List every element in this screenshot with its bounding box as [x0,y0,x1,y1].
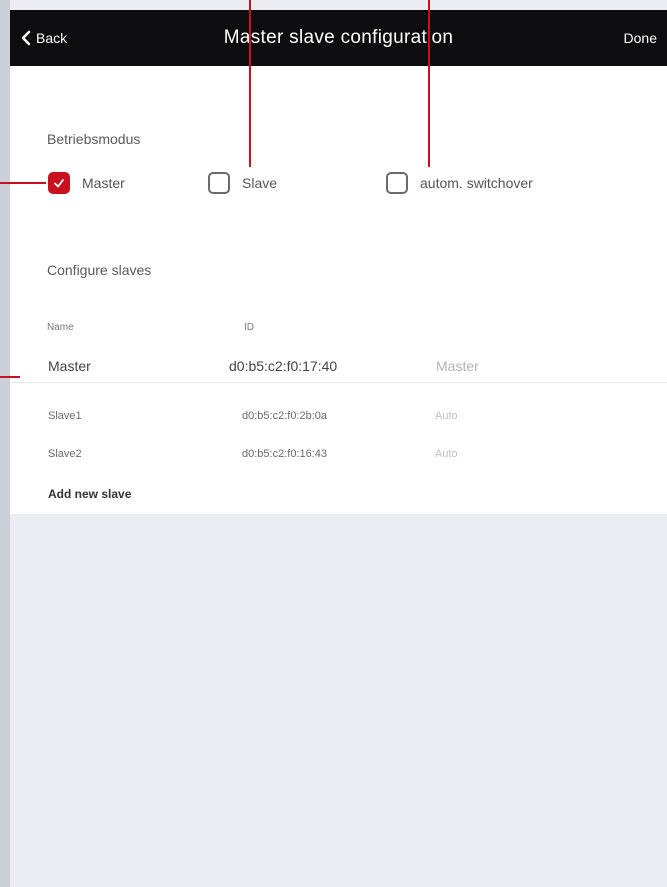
callout-line-switchover [428,0,430,167]
callout-line-master-row [0,376,20,378]
slave-row-role: Auto [435,410,458,422]
slave-row[interactable]: Slave2 d0:b5:c2:f0:16:43 Auto [10,444,667,468]
page-title: Master slave configuration [223,27,454,48]
column-header-id: ID [244,322,254,333]
option-label-switchover: autom. switchover [420,175,533,191]
master-row-role: Master [436,358,479,374]
mode-section-label: Betriebsmodus [47,131,141,147]
checkbox-master[interactable] [48,172,70,194]
checkbox-slave[interactable] [208,172,230,194]
master-row-id: d0:b5:c2:f0:17:40 [229,358,338,374]
column-header-name: Name [47,322,74,333]
checkbox-switchover[interactable] [386,172,408,194]
master-row[interactable]: Master d0:b5:c2:f0:17:40 Master [10,349,667,383]
slave-row-role: Auto [435,448,458,460]
slave-row-id: d0:b5:c2:f0:16:43 [242,448,328,460]
master-row-name: Master [48,358,91,374]
callout-line-slave [249,0,251,167]
mode-option-switchover[interactable]: autom. switchover [386,171,533,195]
slave-row-id: d0:b5:c2:f0:2b:0a [242,410,328,422]
callout-line-master-option [0,182,46,184]
checkmark-icon [54,179,64,188]
option-label-slave: Slave [242,175,278,191]
slave-row[interactable]: Slave1 d0:b5:c2:f0:2b:0a Auto [10,406,667,430]
slave-row-name: Slave1 [48,410,82,422]
add-new-slave-link[interactable]: Add new slave [48,487,131,501]
navigation-bar: Back Master slave configuration Done [10,10,667,66]
done-button[interactable]: Done [624,10,657,66]
option-label-master: Master [82,175,125,191]
mode-option-slave[interactable]: Slave [208,171,277,195]
mode-option-master[interactable]: Master [48,171,125,195]
slaves-section-label: Configure slaves [47,262,152,278]
configuration-panel: Betriebsmodus Master Slave autom. switch… [10,66,667,514]
app-screen: Back Master slave configuration Done Bet… [10,0,667,887]
slave-row-name: Slave2 [48,448,82,460]
